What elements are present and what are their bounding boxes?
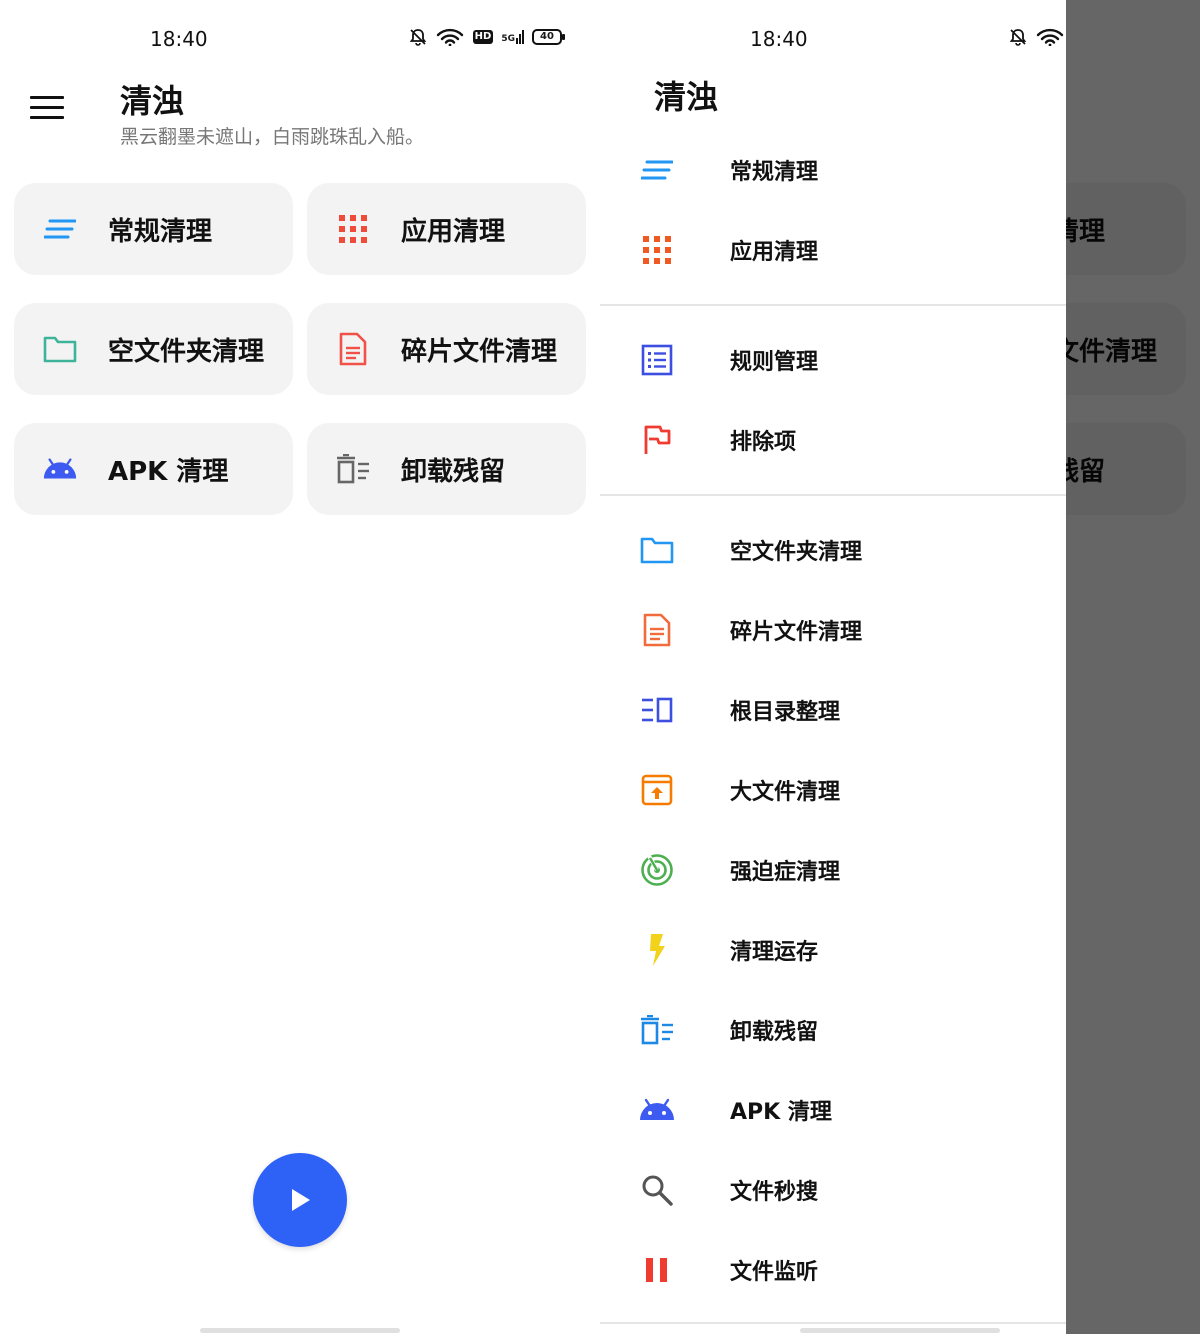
drawer-item-apk-clean[interactable]: APK 清理	[600, 1070, 1066, 1150]
drawer-item-label: 应用清理	[730, 240, 819, 265]
card-label: 常规清理	[108, 216, 213, 247]
document-icon	[335, 331, 371, 367]
document-icon	[638, 611, 676, 649]
drawer-item-rules[interactable]: 规则管理	[600, 320, 1066, 400]
card-label: 空文件夹清理	[108, 336, 265, 367]
navigation-drawer: 18:40 HD 5G 40 清浊 常规清理 应用清理	[600, 0, 1066, 1334]
app-title: 清浊	[120, 82, 185, 120]
archive-up-icon	[638, 771, 676, 809]
status-icons: HD 5G 40	[1009, 28, 1066, 46]
drawer-item-clean-ram[interactable]: 清理运存	[600, 910, 1066, 990]
radar-icon	[638, 851, 676, 889]
wifi-icon	[1036, 28, 1063, 46]
feature-cards: 常规清理 应用清理 空文件夹清理 碎片文件清理 APK 清理 卸载残留	[14, 183, 587, 515]
android-icon	[42, 451, 78, 487]
drawer-item-label: 空文件夹清理	[730, 540, 863, 565]
battery-indicator: 40	[532, 29, 565, 45]
drawer-screen: 常规清理 应用清理 空文件夹清理 碎片文件清理 APK 清理 卸载残留 18:4…	[600, 0, 1200, 1334]
menu-icon[interactable]	[30, 96, 64, 122]
apps-grid-icon	[638, 231, 676, 269]
signal-5g-icon: 5G	[501, 30, 524, 44]
root-dir-icon	[638, 691, 676, 729]
drawer-divider	[600, 494, 1066, 496]
drawer-item-exclusions[interactable]: 排除项	[600, 400, 1066, 480]
bolt-icon	[638, 931, 676, 969]
status-time: 18:40	[150, 27, 208, 51]
card-label: APK 清理	[108, 456, 229, 487]
drawer-scrim[interactable]	[1066, 0, 1200, 1334]
card-empty-folder-clean[interactable]: 空文件夹清理	[14, 303, 293, 395]
search-icon	[638, 1171, 676, 1209]
mute-bell-icon	[409, 29, 426, 46]
trash-list-icon	[638, 1011, 676, 1049]
status-icons: HD 5G 40	[409, 28, 565, 46]
drawer-item-label: 清理运存	[730, 940, 819, 965]
status-time: 18:40	[750, 27, 808, 51]
drawer-item-label: 卸载残留	[730, 1020, 819, 1045]
drawer-item-uninstall-residue[interactable]: 卸载残留	[600, 990, 1066, 1070]
wifi-icon	[436, 28, 463, 46]
status-bar: 18:40 HD 5G 40	[0, 0, 600, 80]
lines-icon	[42, 211, 78, 247]
card-regular-clean[interactable]: 常规清理	[14, 183, 293, 275]
drawer-item-file-search[interactable]: 文件秒搜	[600, 1150, 1066, 1230]
trash-list-icon	[335, 451, 371, 487]
network-type: 5G	[501, 34, 515, 44]
card-label: 碎片文件清理	[401, 336, 558, 367]
flag-icon	[638, 421, 676, 459]
drawer-item-empty-folder-clean[interactable]: 空文件夹清理	[600, 510, 1066, 590]
lines-icon	[638, 151, 676, 189]
hd-badge: HD	[472, 30, 494, 44]
drawer-item-file-monitor[interactable]: 文件监听	[600, 1230, 1066, 1310]
play-icon	[292, 1189, 310, 1211]
drawer-divider	[600, 304, 1066, 306]
drawer-item-label: 根目录整理	[730, 700, 841, 725]
card-label: 应用清理	[401, 216, 506, 247]
card-app-clean[interactable]: 应用清理	[307, 183, 586, 275]
drawer-item-fragment-clean[interactable]: 碎片文件清理	[600, 590, 1066, 670]
apps-grid-icon	[335, 211, 371, 247]
drawer-item-label: 大文件清理	[730, 780, 841, 805]
card-apk-clean[interactable]: APK 清理	[14, 423, 293, 515]
start-clean-button[interactable]	[253, 1153, 347, 1247]
drawer-item-app-clean[interactable]: 应用清理	[600, 210, 1066, 290]
drawer-divider	[600, 1322, 1066, 1324]
home-indicator[interactable]	[800, 1328, 1000, 1333]
rules-list-icon	[638, 341, 676, 379]
drawer-item-ocd-clean[interactable]: 强迫症清理	[600, 830, 1066, 910]
folder-icon	[638, 531, 676, 569]
drawer-item-label: 强迫症清理	[730, 860, 841, 885]
card-fragment-clean[interactable]: 碎片文件清理	[307, 303, 586, 395]
drawer-item-label: 碎片文件清理	[730, 620, 863, 645]
home-indicator[interactable]	[200, 1328, 400, 1333]
drawer-item-root-dir[interactable]: 根目录整理	[600, 670, 1066, 750]
drawer-item-label: APK 清理	[730, 1100, 832, 1125]
folder-icon	[42, 331, 78, 367]
drawer-item-label: 常规清理	[730, 160, 819, 185]
card-label: 卸载残留	[401, 456, 506, 487]
drawer-menu: 常规清理 应用清理 规则管理 排除项 空文件夹清理 碎片文件清理 根目录整理 大…	[600, 130, 1066, 1334]
drawer-item-label: 排除项	[730, 430, 797, 455]
status-bar: 18:40 HD 5G 40	[600, 0, 1066, 80]
drawer-item-label: 规则管理	[730, 350, 819, 375]
card-uninstall-residue[interactable]: 卸载残留	[307, 423, 586, 515]
main-screen: 18:40 HD 5G 40 清浊 黑云翻墨未遮山，白雨跳珠乱入船。 常规清理 …	[0, 0, 600, 1334]
mute-bell-icon	[1009, 29, 1026, 46]
drawer-item-regular-clean[interactable]: 常规清理	[600, 130, 1066, 210]
drawer-title: 清浊	[654, 78, 719, 116]
drawer-item-label: 文件秒搜	[730, 1180, 819, 1205]
drawer-item-large-file[interactable]: 大文件清理	[600, 750, 1066, 830]
drawer-item-label: 文件监听	[730, 1260, 819, 1285]
android-icon	[638, 1091, 676, 1129]
app-subtitle: 黑云翻墨未遮山，白雨跳珠乱入船。	[120, 126, 425, 148]
pause-icon	[638, 1251, 676, 1289]
